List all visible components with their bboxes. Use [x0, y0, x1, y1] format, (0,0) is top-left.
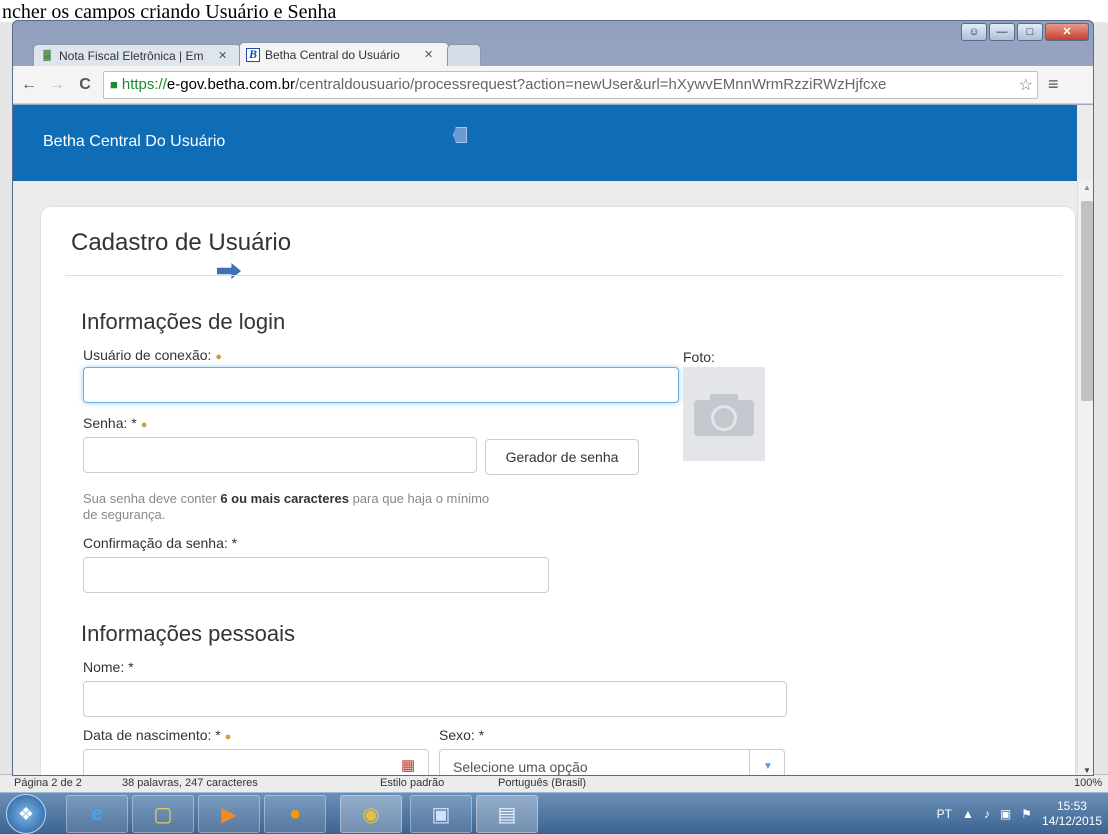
- sex-select-value: Selecione uma opção: [453, 759, 588, 775]
- scroll-down-icon[interactable]: ▼: [1083, 766, 1091, 775]
- user-profile-button[interactable]: ☺: [961, 23, 987, 41]
- confirm-password-label: Confirmação da senha: *: [83, 535, 238, 551]
- tab-label: Nota Fiscal Eletrônica | Em: [59, 48, 204, 63]
- browser-toolbar: ← → C ■ https://e-gov.betha.com.br/centr…: [13, 66, 1093, 104]
- action-center-flag-icon[interactable]: ⚑: [1021, 807, 1032, 821]
- forward-icon[interactable]: →: [45, 76, 69, 94]
- maximize-button[interactable]: □: [1017, 23, 1043, 41]
- password-help-text: Sua senha deve conter 6 ou mais caracter…: [83, 491, 490, 522]
- background-window-edge-right: [1094, 22, 1108, 774]
- close-tab-icon[interactable]: ✕: [218, 49, 227, 62]
- new-tab-button[interactable]: [447, 44, 481, 66]
- hint-bulb-icon: ●: [224, 731, 232, 743]
- name-label: Nome: *: [83, 659, 134, 675]
- tab-nota-fiscal[interactable]: ▓ Nota Fiscal Eletrônica | Em ✕: [33, 44, 241, 66]
- tab-betha-central[interactable]: B Betha Central do Usuário ✕: [239, 42, 449, 66]
- start-button[interactable]: ❖: [6, 794, 46, 834]
- divider: [65, 275, 1063, 276]
- menu-icon[interactable]: ≡: [1048, 74, 1059, 95]
- photo-label: Foto:: [683, 349, 715, 365]
- personal-section-title: Informações pessoais: [81, 621, 295, 646]
- registration-card: Cadastro de Usuário Informações de login…: [41, 207, 1075, 775]
- birth-date-label: Data de nascimento: * ●: [83, 727, 232, 743]
- taskbar-media-icon[interactable]: ▶: [198, 795, 260, 833]
- status-zoom: 100%: [1074, 777, 1103, 789]
- close-window-button[interactable]: ✕: [1045, 23, 1089, 41]
- taskbar-firefox-icon[interactable]: ●: [264, 795, 326, 833]
- system-tray: PT ▲ ♪ ▣ ⚑ 15:53 14/12/2015: [937, 797, 1102, 831]
- birth-date-input[interactable]: [83, 749, 429, 775]
- volume-icon[interactable]: ♪: [984, 807, 990, 821]
- scroll-thumb[interactable]: [1081, 201, 1093, 401]
- chevron-down-icon[interactable]: ▼: [763, 761, 773, 772]
- cursor-marker-icon: [453, 127, 467, 143]
- bookmark-star-icon[interactable]: ☆: [1014, 74, 1037, 95]
- app-header: Betha Central Do Usuário: [13, 105, 1077, 181]
- taskbar-network-icon[interactable]: ▣: [410, 795, 472, 833]
- background-writer-document: ncher os campos criando Usuário e Senha: [0, 0, 1108, 22]
- confirm-password-input[interactable]: [83, 557, 549, 593]
- taskbar-explorer-icon[interactable]: ▢: [132, 795, 194, 833]
- tab-label: Betha Central do Usuário: [265, 47, 400, 62]
- username-label: Usuário de conexão: ●: [83, 347, 223, 363]
- writer-status-bar: Página 2 de 2 38 palavras, 247 caractere…: [0, 774, 1108, 792]
- document-text: ncher os campos criando Usuário e Senha: [2, 1, 337, 23]
- photo-upload[interactable]: [683, 367, 765, 461]
- background-window-edge-left: [0, 22, 12, 774]
- language-indicator[interactable]: PT: [937, 807, 952, 821]
- url-path: /centraldousuario/processrequest?action=…: [295, 76, 887, 93]
- address-bar[interactable]: ■ https://e-gov.betha.com.br/centraldous…: [103, 70, 1038, 99]
- arrow-marker-icon: [217, 263, 241, 279]
- sex-label: Sexo: *: [439, 727, 485, 743]
- page-title: Cadastro de Usuário: [71, 229, 292, 256]
- password-input[interactable]: [83, 437, 477, 473]
- name-input[interactable]: [83, 681, 787, 717]
- tab-strip: ▓ Nota Fiscal Eletrônica | Em ✕ B Betha …: [33, 42, 481, 66]
- taskbar-ie-icon[interactable]: e: [66, 795, 128, 833]
- password-generator-button[interactable]: Gerador de senha: [485, 439, 639, 475]
- tray-expand-icon[interactable]: ▲: [962, 807, 974, 821]
- lock-icon: ■: [110, 77, 118, 92]
- scroll-up-icon[interactable]: ▲: [1083, 183, 1091, 192]
- back-icon[interactable]: ←: [17, 76, 41, 94]
- hint-bulb-icon: ●: [215, 351, 223, 363]
- app-title: Betha Central Do Usuário: [43, 133, 226, 150]
- taskbar-writer-icon[interactable]: ▤: [476, 795, 538, 833]
- camera-icon: [694, 394, 754, 436]
- password-label: Senha: * ●: [83, 415, 148, 431]
- page-scrollbar[interactable]: ▲ ▼: [1077, 181, 1093, 775]
- clock[interactable]: 15:53 14/12/2015: [1042, 799, 1102, 829]
- browser-window: ☺ — □ ✕ ▓ Nota Fiscal Eletrônica | Em ✕ …: [12, 20, 1094, 776]
- status-word-count: 38 palavras, 247 caracteres: [122, 777, 258, 789]
- status-page: Página 2 de 2: [14, 777, 82, 789]
- status-style: Estilo padrão: [380, 777, 445, 789]
- hint-bulb-icon: ●: [140, 419, 148, 431]
- url-host: e-gov.betha.com.br: [166, 76, 296, 93]
- minimize-button[interactable]: —: [989, 23, 1015, 41]
- betha-favicon-icon: B: [246, 47, 260, 62]
- reload-icon[interactable]: C: [73, 76, 97, 94]
- window-controls: ☺ — □ ✕: [961, 23, 1089, 41]
- nfe-favicon-icon: ▓: [43, 50, 51, 61]
- url-scheme: https://: [121, 76, 167, 93]
- close-tab-icon[interactable]: ✕: [424, 48, 433, 61]
- status-language: Português (Brasil): [498, 777, 587, 789]
- calendar-icon[interactable]: ▦: [401, 756, 415, 774]
- login-section-title: Informações de login: [81, 309, 286, 334]
- windows-taskbar: ❖ e ▢ ▶ ● ◉ ▣ ▤ PT ▲ ♪ ▣ ⚑ 15:53 14/12/2…: [0, 792, 1108, 834]
- select-divider: [749, 750, 750, 775]
- page-viewport: Betha Central Do Usuário Cadastro de Usu…: [13, 105, 1093, 775]
- taskbar-chrome-icon[interactable]: ◉: [340, 795, 402, 833]
- username-input[interactable]: [83, 367, 679, 403]
- network-icon[interactable]: ▣: [1000, 807, 1011, 821]
